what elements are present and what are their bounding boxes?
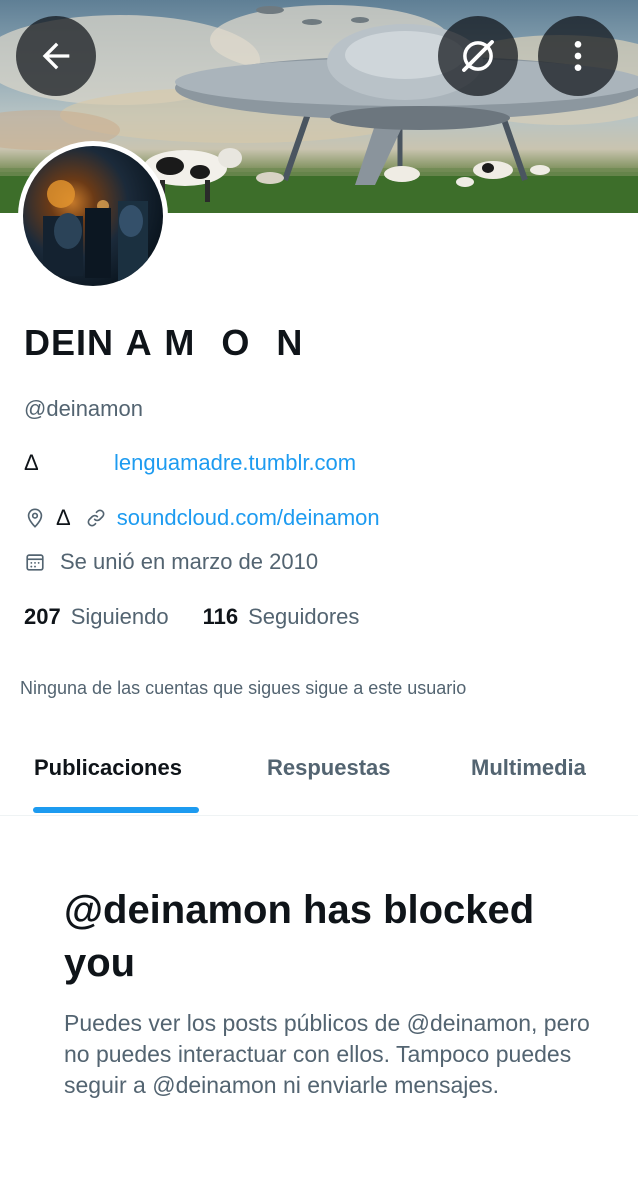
join-date: Se unió en marzo de 2010 (24, 549, 318, 575)
avatar-image (23, 146, 163, 286)
blocked-title: @deinamon has blocked you (64, 888, 535, 985)
following-count: 207 (24, 604, 61, 629)
tab-respuestas[interactable]: Respuestas (267, 755, 391, 781)
join-date-text: Se unió en marzo de 2010 (60, 549, 319, 574)
back-button[interactable] (16, 16, 96, 96)
location-icon (27, 508, 43, 528)
bio: Δ lenguamadre.tumblr.com (24, 450, 356, 476)
display-name: DEIN A M O N (24, 322, 304, 363)
grok-button[interactable] (438, 16, 518, 96)
arrow-left-icon (42, 42, 70, 70)
profile-meta: Δ soundcloud.com/deinamon (24, 505, 380, 531)
avatar[interactable] (18, 141, 168, 291)
website-link[interactable]: soundcloud.com/deinamon (117, 505, 380, 531)
bio-link[interactable]: lenguamadre.tumblr.com (114, 450, 356, 476)
calendar-icon (26, 554, 44, 571)
link-icon (87, 509, 105, 527)
location-text: Δ (56, 505, 71, 530)
active-tab-indicator (33, 807, 199, 813)
bio-symbol: Δ (24, 450, 39, 475)
blocked-description: Puedes ver los posts públicos de @deinam… (64, 1010, 590, 1098)
more-vertical-icon (574, 41, 582, 71)
followers-link[interactable]: 116 Seguidores (203, 604, 360, 630)
follow-stats: 207 Siguiendo 116 Seguidores (24, 604, 359, 630)
followers-you-know-note: Ninguna de las cuentas que sigues sigue … (20, 678, 467, 698)
tab-publicaciones[interactable]: Publicaciones (34, 755, 182, 781)
following-link[interactable]: 207 Siguiendo (24, 604, 169, 630)
tab-multimedia[interactable]: Multimedia (471, 755, 586, 781)
followers-count: 116 (202, 604, 239, 629)
more-options-button[interactable] (538, 16, 618, 96)
grok-icon (462, 40, 494, 72)
followers-label: Seguidores (248, 604, 360, 629)
profile-tabs: Publicaciones Respuestas Multimedia (0, 726, 638, 816)
profile-handle: @deinamon (24, 396, 143, 421)
following-label: Siguiendo (70, 604, 169, 629)
